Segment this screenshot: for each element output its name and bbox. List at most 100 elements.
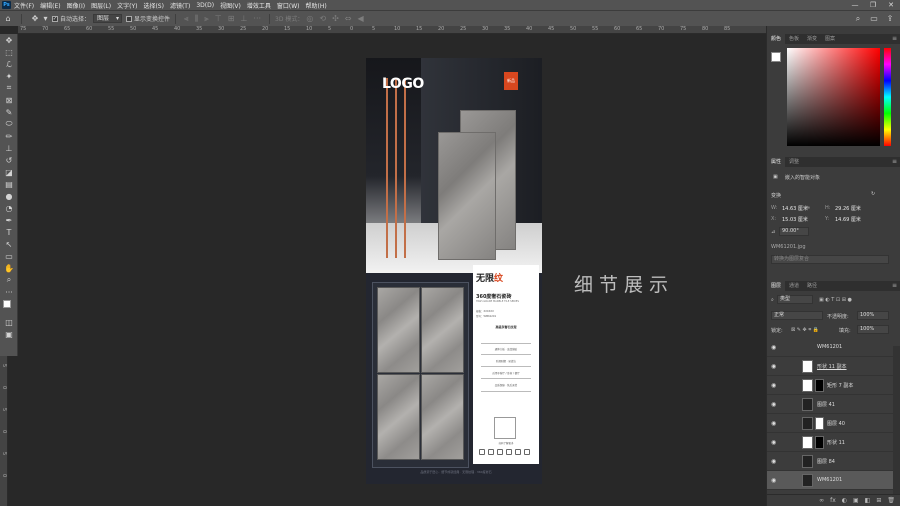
menu-edit[interactable]: 编辑(E)	[40, 1, 60, 10]
visibility-eye-icon[interactable]: ◉	[771, 439, 776, 446]
3d-pan-icon[interactable]: ✣	[332, 14, 339, 23]
move-tool-icon[interactable]: ✥	[0, 34, 18, 46]
align-center-icon[interactable]: ⫼	[195, 14, 199, 24]
add-mask-icon[interactable]: ▣	[853, 497, 859, 504]
fx-icon[interactable]: fx	[830, 497, 836, 504]
visibility-eye-icon[interactable]: ◉	[771, 420, 776, 427]
tab-channels[interactable]: 通道	[785, 281, 803, 291]
layer-row[interactable]: ◉ 图层 40	[767, 414, 893, 433]
fill-field[interactable]: 100%	[857, 325, 889, 334]
width-value[interactable]: 14.63 厘米	[782, 205, 808, 212]
align-top-icon[interactable]: ⊤	[215, 14, 222, 23]
tab-gradients[interactable]: 渐变	[803, 34, 821, 44]
visibility-eye-icon[interactable]: ◉	[771, 363, 776, 370]
hue-slider[interactable]	[884, 48, 891, 146]
workspace-icon[interactable]: ▭	[869, 14, 879, 24]
horizontal-ruler[interactable]: 75 70 65 60 55 50 45 40 35 30 25 20 15 1…	[18, 26, 766, 34]
link-icon[interactable]: ∞	[806, 205, 810, 211]
eyedropper-tool-icon[interactable]: ✎	[0, 106, 18, 118]
menu-type[interactable]: 文字(Y)	[117, 1, 137, 10]
lasso-tool-icon[interactable]: ℒ	[0, 58, 18, 70]
angle-field[interactable]: 90.00°	[779, 227, 809, 236]
visibility-eye-icon[interactable]: ◉	[771, 344, 776, 351]
type-tool-icon[interactable]: T	[0, 226, 18, 238]
zoom-tool-icon[interactable]: ⌕	[0, 274, 18, 286]
brush-tool-icon[interactable]: ✏	[0, 130, 18, 142]
panel-menu-icon[interactable]: ≡	[888, 157, 900, 167]
show-transform-checkbox[interactable]	[126, 15, 133, 22]
menu-file[interactable]: 文件(F)	[14, 1, 34, 10]
marquee-tool-icon[interactable]: ⬚	[0, 46, 18, 58]
3d-roll-icon[interactable]: ⟲	[319, 14, 326, 23]
layer-row-selected[interactable]: ◉ WM61201	[767, 471, 893, 490]
gradient-tool-icon[interactable]: ▤	[0, 178, 18, 190]
photoshop-app-icon[interactable]: Ps	[2, 1, 11, 9]
menu-view[interactable]: 视图(V)	[220, 1, 241, 10]
3d-orbit-icon[interactable]: ◎	[306, 14, 313, 23]
layers-scrollbar[interactable]	[893, 346, 900, 496]
hand-tool-icon[interactable]: ✋	[0, 262, 18, 274]
align-left-icon[interactable]: ⫷	[184, 14, 189, 24]
tab-patterns[interactable]: 图案	[821, 34, 839, 44]
3d-slide-icon[interactable]: ⇔	[345, 14, 352, 23]
frame-tool-icon[interactable]: ⊠	[0, 94, 18, 106]
align-middle-icon[interactable]: ⊞	[228, 14, 235, 23]
chevron-down-icon[interactable]: ▾	[43, 14, 48, 24]
menu-window[interactable]: 窗口(W)	[277, 1, 300, 10]
restore-button[interactable]: ❐	[864, 0, 882, 10]
convert-to-layer-comp-button[interactable]: 转换为图层复合	[771, 255, 889, 264]
path-selection-tool-icon[interactable]: ↖	[0, 238, 18, 250]
share-icon[interactable]: ⇪	[885, 14, 895, 24]
align-bottom-icon[interactable]: ⊥	[240, 14, 247, 23]
quick-mask-icon[interactable]: ◫	[0, 316, 18, 328]
move-tool-icon[interactable]: ✥	[30, 14, 40, 24]
foreground-color-swatch[interactable]	[3, 300, 11, 308]
healing-brush-tool-icon[interactable]: ⬭	[0, 118, 18, 130]
document-artboard[interactable]: LOGO 新品 无限纹 360度奢石瓷砖 HIGH-GRADE MARBLE T…	[366, 58, 542, 484]
tab-color[interactable]: 颜色	[767, 34, 786, 44]
visibility-eye-icon[interactable]: ◉	[771, 458, 776, 465]
menu-3d[interactable]: 3D(D)	[196, 2, 214, 9]
lock-icons[interactable]: ⊠ ✎ ✥ ⌗ 🔒	[791, 327, 819, 333]
close-button[interactable]: ✕	[882, 0, 900, 10]
menu-filter[interactable]: 滤镜(T)	[170, 1, 190, 10]
color-swatches[interactable]	[0, 298, 18, 316]
menu-help[interactable]: 帮助(H)	[306, 1, 327, 10]
tab-layers[interactable]: 图层	[767, 281, 786, 291]
menu-plugins[interactable]: 增效工具	[247, 1, 271, 10]
layer-row[interactable]: ◉ 图层 41	[767, 395, 893, 414]
minimize-button[interactable]: —	[846, 0, 864, 10]
panel-menu-icon[interactable]: ≡	[888, 34, 900, 44]
align-right-icon[interactable]: ⫸	[204, 14, 209, 24]
blend-mode-dropdown[interactable]: 正常	[771, 311, 823, 320]
x-value[interactable]: 15.03 厘米	[782, 216, 808, 223]
auto-select-dropdown[interactable]: 图层	[93, 14, 123, 23]
layer-row[interactable]: ◉ 形状 11 副本	[767, 357, 893, 376]
tab-paths[interactable]: 路径	[803, 281, 821, 291]
crop-tool-icon[interactable]: ⌗	[0, 82, 18, 94]
panel-menu-icon[interactable]: ≡	[888, 281, 900, 291]
reset-icon[interactable]: ↻	[871, 191, 875, 197]
layer-row[interactable]: ◉ 形状 11	[767, 433, 893, 452]
home-icon[interactable]: ⌂	[3, 14, 13, 24]
menu-select[interactable]: 选择(S)	[143, 1, 164, 10]
menu-layer[interactable]: 图层(L)	[91, 1, 111, 10]
tab-adjustments[interactable]: 调整	[785, 157, 803, 167]
color-picker-field[interactable]	[787, 48, 880, 146]
eraser-tool-icon[interactable]: ◪	[0, 166, 18, 178]
blur-tool-icon[interactable]: ●	[0, 190, 18, 202]
adjustment-layer-icon[interactable]: ◐	[842, 497, 847, 504]
tab-swatches[interactable]: 色板	[785, 34, 803, 44]
new-group-icon[interactable]: ◧	[865, 497, 871, 504]
rectangle-tool-icon[interactable]: ▭	[0, 250, 18, 262]
screen-mode-icon[interactable]: ▣	[0, 328, 18, 340]
magic-wand-tool-icon[interactable]: ✦	[0, 70, 18, 82]
layer-row[interactable]: ◉ 矩形 7 副本	[767, 376, 893, 395]
history-brush-tool-icon[interactable]: ↺	[0, 154, 18, 166]
tab-properties[interactable]: 属性	[767, 157, 786, 167]
opacity-field[interactable]: 100%	[857, 311, 889, 320]
more-tools-icon[interactable]: ···	[0, 286, 18, 298]
filter-icons[interactable]: ▣ ◐ T ⊡ ⊞ ●	[819, 297, 852, 303]
delete-layer-icon[interactable]: 🗑	[887, 497, 895, 504]
menu-image[interactable]: 图像(I)	[67, 1, 85, 10]
